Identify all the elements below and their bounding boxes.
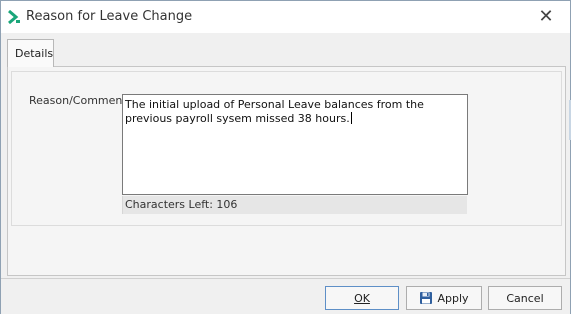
reason-text: The initial upload of Personal Leave bal… — [125, 98, 424, 125]
tab-details[interactable]: Details — [7, 39, 54, 67]
close-icon: ✕ — [538, 6, 554, 27]
reason-textarea[interactable]: The initial upload of Personal Leave bal… — [122, 94, 468, 195]
cancel-label: Cancel — [506, 291, 544, 305]
text-caret — [350, 112, 352, 124]
reason-label: Reason/Comment — [29, 94, 127, 107]
title-bar: Reason for Leave Change ✕ — [1, 1, 570, 33]
tab-label: Details — [15, 47, 54, 60]
characters-left-counter: Characters Left: 106 — [122, 196, 467, 214]
window-title: Reason for Leave Change — [26, 9, 193, 24]
reason-group: Reason/Comment The initial upload of Per… — [11, 71, 562, 226]
ok-button[interactable]: OK — [325, 286, 399, 310]
floppy-disk-icon — [420, 292, 433, 304]
apply-button[interactable]: Apply — [406, 286, 482, 310]
button-bar: OK Apply Cancel — [1, 278, 570, 314]
details-panel: Reason/Comment The initial upload of Per… — [7, 66, 566, 276]
cancel-button[interactable]: Cancel — [488, 286, 562, 310]
ok-label: OK — [354, 291, 370, 305]
app-chevron-icon — [8, 10, 20, 24]
reason-dialog: Reason for Leave Change ✕ Details Reason… — [0, 0, 571, 314]
close-button[interactable]: ✕ — [534, 6, 558, 28]
apply-label: Apply — [437, 291, 469, 305]
